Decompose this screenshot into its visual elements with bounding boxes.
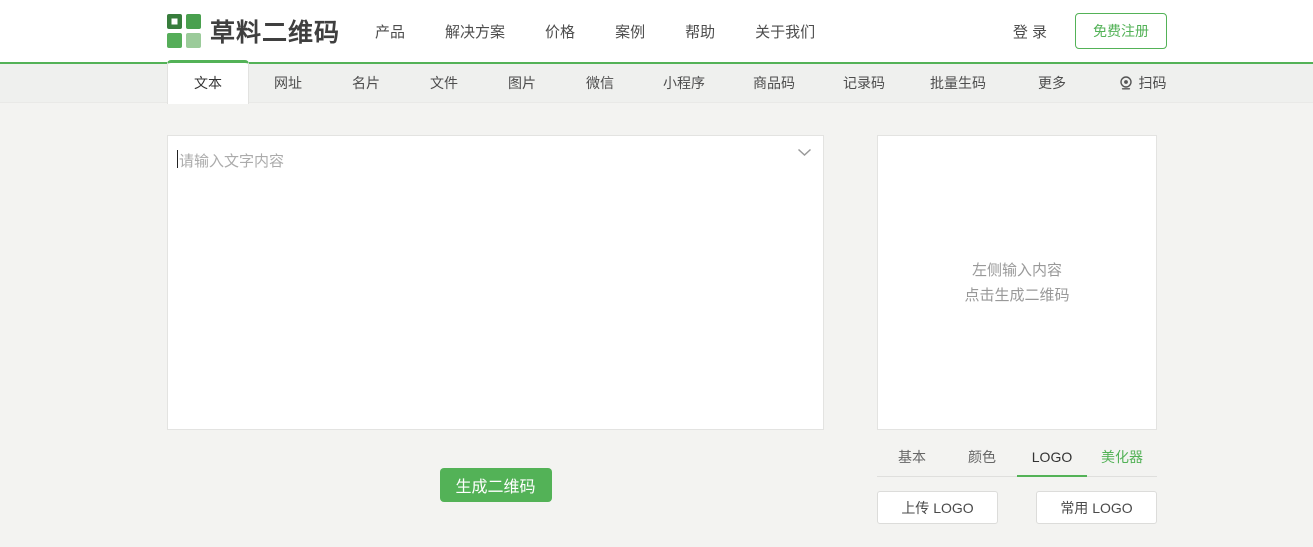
upload-logo-button[interactable]: 上传 LOGO [877, 491, 998, 524]
chevron-down-icon[interactable] [797, 148, 812, 157]
style-tab-color[interactable]: 颜色 [947, 437, 1017, 476]
style-tab-logo[interactable]: LOGO [1017, 437, 1087, 477]
nav-help[interactable]: 帮助 [685, 21, 715, 42]
site-logo[interactable]: 草料二维码 [167, 13, 340, 49]
preview-hint-line1: 左侧输入内容 [971, 261, 1062, 279]
tab-record-code[interactable]: 记录码 [819, 64, 909, 102]
nav-about[interactable]: 关于我们 [755, 21, 815, 42]
style-tabbar: 基本 颜色 LOGO 美化器 [877, 437, 1157, 477]
tab-vcard[interactable]: 名片 [327, 64, 405, 102]
nav-products[interactable]: 产品 [375, 21, 405, 42]
style-tab-beautifier[interactable]: 美化器 [1087, 437, 1157, 476]
text-caret [177, 150, 178, 168]
qr-logo-icon [167, 14, 201, 48]
qr-type-tabbar: 文本 网址 名片 文件 图片 微信 小程序 商品码 记录码 批量生码 更多 扫码 [0, 60, 1313, 104]
preview-column: 左侧输入内容 点击生成二维码 基本 颜色 LOGO 美化器 上传 LOGO 常用… [877, 135, 1157, 524]
login-link[interactable]: 登 录 [1013, 21, 1047, 42]
tab-wechat[interactable]: 微信 [561, 64, 639, 102]
tab-product-code[interactable]: 商品码 [729, 64, 819, 102]
nav-cases[interactable]: 案例 [615, 21, 645, 42]
tab-miniprogram[interactable]: 小程序 [639, 64, 729, 102]
main-nav: 产品 解决方案 价格 案例 帮助 关于我们 [375, 21, 815, 42]
common-logo-button[interactable]: 常用 LOGO [1036, 491, 1157, 524]
scan-camera-icon [1118, 75, 1134, 91]
tab-batch-generate[interactable]: 批量生码 [909, 64, 1007, 102]
tab-file[interactable]: 文件 [405, 64, 483, 102]
tab-text[interactable]: 文本 [167, 60, 249, 104]
style-tab-basic[interactable]: 基本 [877, 437, 947, 476]
logo-text: 草料二维码 [210, 19, 341, 47]
tab-scan-label: 扫码 [1138, 74, 1167, 91]
main-content: 生成二维码 左侧输入内容 点击生成二维码 基本 颜色 LOGO 美化器 上传 L… [167, 103, 1157, 524]
tab-more[interactable]: 更多 [1007, 64, 1097, 102]
nav-solutions[interactable]: 解决方案 [445, 21, 505, 42]
text-content-input[interactable] [168, 136, 823, 429]
preview-hint-line2: 点击生成二维码 [964, 286, 1070, 304]
tab-url[interactable]: 网址 [249, 64, 327, 102]
logo-buttons-row: 上传 LOGO 常用 LOGO [877, 491, 1157, 524]
tab-scan[interactable]: 扫码 [1097, 64, 1187, 102]
header: 草料二维码 产品 解决方案 价格 案例 帮助 关于我们 登 录 免费注册 [0, 0, 1313, 62]
generator-column: 生成二维码 [167, 135, 824, 524]
nav-pricing[interactable]: 价格 [545, 21, 575, 42]
header-right: 登 录 免费注册 [1013, 13, 1167, 49]
qr-preview-box: 左侧输入内容 点击生成二维码 [877, 135, 1157, 430]
tab-image[interactable]: 图片 [483, 64, 561, 102]
text-input-box [167, 135, 824, 430]
register-button[interactable]: 免费注册 [1075, 13, 1167, 49]
generate-qr-button[interactable]: 生成二维码 [439, 468, 552, 502]
